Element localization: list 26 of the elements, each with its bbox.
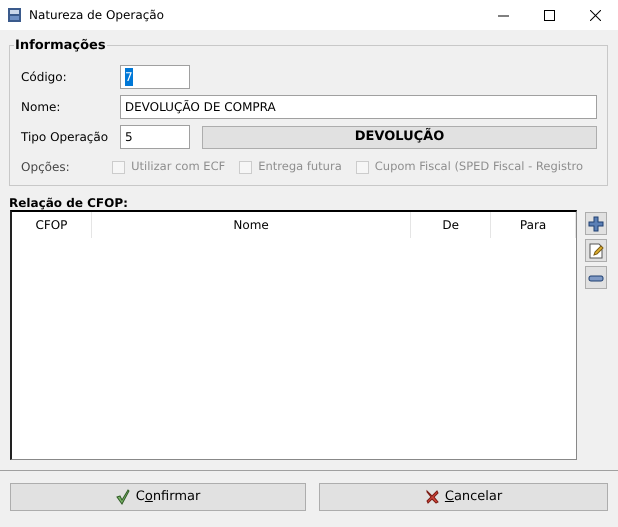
maximize-icon — [544, 10, 554, 20]
cross-icon — [424, 489, 439, 505]
check-icon — [116, 489, 130, 505]
close-icon — [590, 10, 600, 20]
edit-icon — [588, 242, 604, 258]
section-title: Relação de CFOP: — [9, 195, 129, 212]
add-icon — [588, 216, 604, 232]
remove-button[interactable] — [585, 266, 607, 289]
confirm-button[interactable]: Confirmar — [10, 483, 306, 511]
column-header[interactable]: Para — [491, 212, 576, 238]
column-header[interactable]: CFOP — [12, 212, 92, 238]
input-field[interactable]: DEVOLUÇÃO DE COMPRA — [120, 95, 597, 119]
field-label: Tipo Operação — [21, 129, 110, 146]
column-header[interactable]: De — [411, 212, 492, 238]
operation-type-label: DEVOLUÇÃO — [202, 126, 597, 148]
cancel-button[interactable]: Cancelar — [319, 483, 608, 511]
input-field[interactable]: 7 — [120, 65, 190, 89]
options-label: Opções: — [21, 159, 71, 176]
add-button[interactable] — [585, 212, 607, 235]
window-title: Natureza de Operação — [29, 7, 164, 24]
input-field[interactable]: 5 — [120, 125, 190, 149]
app-icon — [7, 7, 23, 23]
field-label: Nome: — [21, 99, 62, 116]
edit-button[interactable] — [585, 239, 607, 262]
field-label: Código: — [21, 69, 68, 86]
column-header[interactable]: Nome — [92, 212, 412, 238]
